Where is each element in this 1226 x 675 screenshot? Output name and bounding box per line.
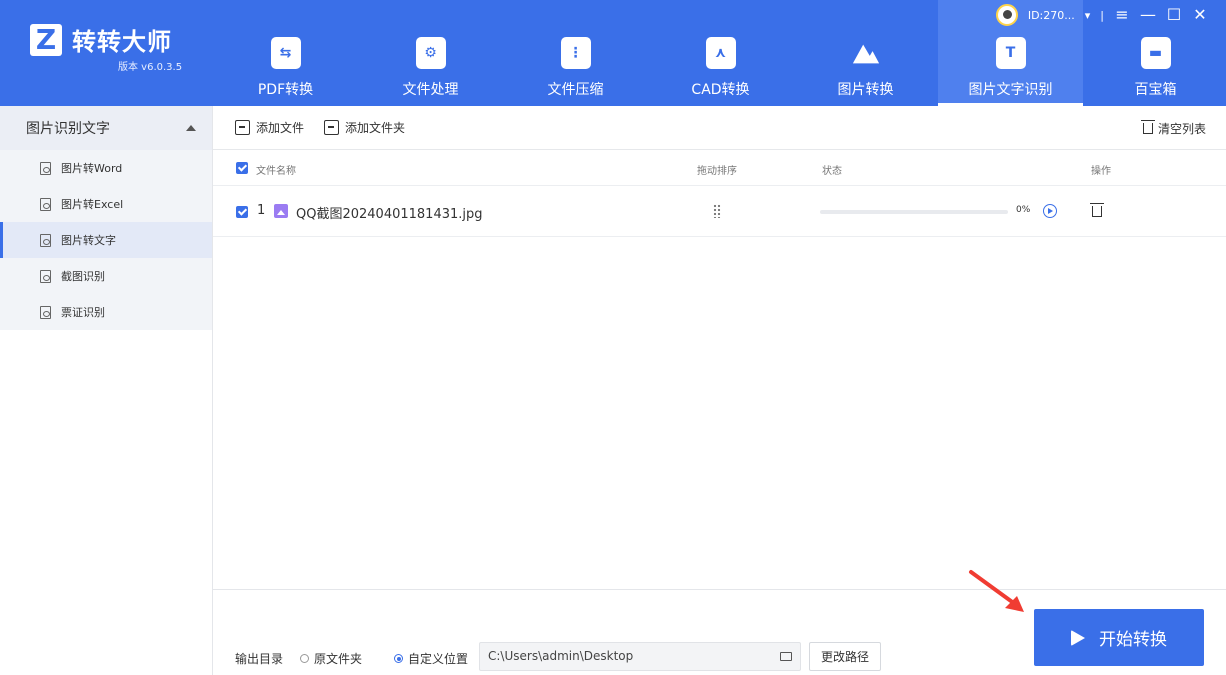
nav-label: 百宝箱 xyxy=(1134,82,1177,98)
nav-label: PDF转换 xyxy=(257,82,314,98)
add-file-button[interactable]: 添加文件 xyxy=(235,119,304,136)
app-header: Z 转转大师 版本 v6.0.3.5 ⇆ PDF转换 ⚙ 文件处理 ⋮ 文件压缩… xyxy=(0,0,1226,106)
column-header-action: 操作 xyxy=(1091,166,1111,177)
nav-label: 图片文字识别 xyxy=(968,82,1053,98)
image-doc-icon xyxy=(40,197,51,211)
sidebar-section-title: 图片识别文字 xyxy=(26,121,110,137)
clear-list-label: 清空列表 xyxy=(1157,122,1206,136)
sidebar: 图片识别文字 图片转Word 图片转Excel 图片转文字 截图识别 票证识别 xyxy=(0,106,213,675)
app-version: 版本 v6.0.3.5 xyxy=(118,62,183,73)
row-filename: QQ截图20240401181431.jpg xyxy=(296,207,483,222)
nav-image-convert[interactable]: 图片转换 xyxy=(793,0,938,106)
file-process-icon: ⚙ xyxy=(415,37,446,69)
nav-label: CAD转换 xyxy=(691,82,750,98)
radio-custom-location[interactable]: 自定义位置 xyxy=(394,650,468,667)
zip-icon: ⋮ xyxy=(560,37,591,69)
output-path-field[interactable]: C:\Users\admin\Desktop xyxy=(479,642,801,671)
logo-icon: Z xyxy=(30,23,62,56)
add-file-label: 添加文件 xyxy=(256,121,305,135)
image-doc-icon xyxy=(40,269,51,283)
image-doc-icon xyxy=(40,161,51,175)
play-circle-icon[interactable] xyxy=(1043,204,1057,218)
sidebar-item-label: 图片转Word xyxy=(61,162,123,175)
trash-icon xyxy=(1140,120,1155,134)
radio-original-folder[interactable]: 原文件夹 xyxy=(300,650,362,667)
sidebar-list: 图片转Word 图片转Excel 图片转文字 截图识别 票证识别 xyxy=(0,150,212,330)
app-logo: Z 转转大师 xyxy=(30,22,172,57)
window-controls: ID:270... ▾ | ≡ — ☐ ✕ xyxy=(995,4,1208,26)
user-id[interactable]: ID:270... xyxy=(1028,9,1075,22)
start-convert-label: 开始转换 xyxy=(1099,630,1167,650)
red-arrow-annotation xyxy=(969,570,1024,612)
add-folder-button[interactable]: 添加文件夹 xyxy=(324,119,405,136)
clear-list-button[interactable]: 清空列表 xyxy=(1140,120,1206,137)
toolbox-icon: ▬ xyxy=(1140,37,1171,69)
sidebar-item-image-to-text[interactable]: 图片转文字 xyxy=(0,222,212,258)
sidebar-item-label: 图片转文字 xyxy=(61,234,116,247)
user-avatar[interactable] xyxy=(995,4,1018,26)
separator: | xyxy=(1100,8,1104,22)
menu-icon[interactable]: ≡ xyxy=(1114,7,1130,23)
sidebar-item-ticket-ocr[interactable]: 票证识别 xyxy=(0,294,212,330)
row-checkbox[interactable] xyxy=(236,206,248,218)
image-icon xyxy=(851,37,881,69)
file-toolbar: 添加文件 添加文件夹 清空列表 xyxy=(213,106,1226,150)
sidebar-item-image-to-excel[interactable]: 图片转Excel xyxy=(0,186,212,222)
output-path-text: C:\Users\admin\Desktop xyxy=(488,649,634,663)
text-recognition-icon: T xyxy=(995,37,1026,69)
chevron-down-icon[interactable]: ▾ xyxy=(1085,9,1091,22)
add-folder-icon xyxy=(324,120,340,135)
add-folder-label: 添加文件夹 xyxy=(345,121,406,135)
minimize-icon[interactable]: — xyxy=(1140,7,1156,23)
mountain-icon xyxy=(852,44,879,64)
nav-pdf-convert[interactable]: ⇆ PDF转换 xyxy=(213,0,358,106)
progress-bar xyxy=(820,210,1008,214)
nav-label: 文件处理 xyxy=(402,82,459,98)
sidebar-item-label: 截图识别 xyxy=(61,270,105,283)
output-bar: 输出目录 原文件夹 自定义位置 C:\Users\admin\Desktop 更… xyxy=(213,589,1226,675)
image-doc-icon xyxy=(40,305,51,319)
folder-icon[interactable] xyxy=(780,652,792,661)
close-icon[interactable]: ✕ xyxy=(1192,7,1208,23)
play-icon xyxy=(1071,629,1085,646)
image-doc-icon xyxy=(40,233,51,247)
row-index: 1 xyxy=(257,203,266,218)
nav-file-compress[interactable]: ⋮ 文件压缩 xyxy=(503,0,648,106)
progress-percent: 0% xyxy=(1016,205,1031,215)
maximize-icon[interactable]: ☐ xyxy=(1166,7,1182,23)
nav-label: 图片转换 xyxy=(837,82,894,98)
column-header-sort: 拖动排序 xyxy=(697,166,737,177)
sidebar-section-header[interactable]: 图片识别文字 xyxy=(0,106,212,150)
add-file-icon xyxy=(235,120,250,135)
radio-original-dot xyxy=(300,654,309,663)
nav-file-process[interactable]: ⚙ 文件处理 xyxy=(358,0,503,106)
output-dir-label: 输出目录 xyxy=(235,652,284,666)
radio-custom-label: 自定义位置 xyxy=(408,652,469,666)
change-path-button[interactable]: 更改路径 xyxy=(809,642,881,671)
chevron-up-icon xyxy=(186,125,196,131)
column-header-name: 文件名称 xyxy=(256,166,296,177)
start-convert-button[interactable]: 开始转换 xyxy=(1034,609,1204,666)
sidebar-item-image-to-word[interactable]: 图片转Word xyxy=(0,150,212,186)
nav-label: 文件压缩 xyxy=(547,82,604,98)
radio-original-label: 原文件夹 xyxy=(314,652,363,666)
file-table-header: 文件名称 拖动排序 状态 操作 xyxy=(213,150,1226,186)
sidebar-item-label: 图片转Excel xyxy=(61,198,124,211)
select-all-checkbox[interactable] xyxy=(236,162,248,174)
image-file-icon xyxy=(274,204,288,218)
drag-handle-icon[interactable] xyxy=(713,204,721,218)
nav-cad-convert[interactable]: ⋏ CAD转换 xyxy=(648,0,793,106)
sidebar-item-label: 票证识别 xyxy=(61,306,105,319)
delete-row-icon[interactable] xyxy=(1090,203,1104,217)
sidebar-item-screenshot-ocr[interactable]: 截图识别 xyxy=(0,258,212,294)
cad-icon: ⋏ xyxy=(705,37,736,69)
app-name: 转转大师 xyxy=(72,28,172,56)
pdf-icon: ⇆ xyxy=(270,37,301,69)
table-row: 1 QQ截图20240401181431.jpg 0% xyxy=(213,186,1226,237)
radio-custom-dot xyxy=(394,654,403,663)
column-header-status: 状态 xyxy=(822,166,842,177)
